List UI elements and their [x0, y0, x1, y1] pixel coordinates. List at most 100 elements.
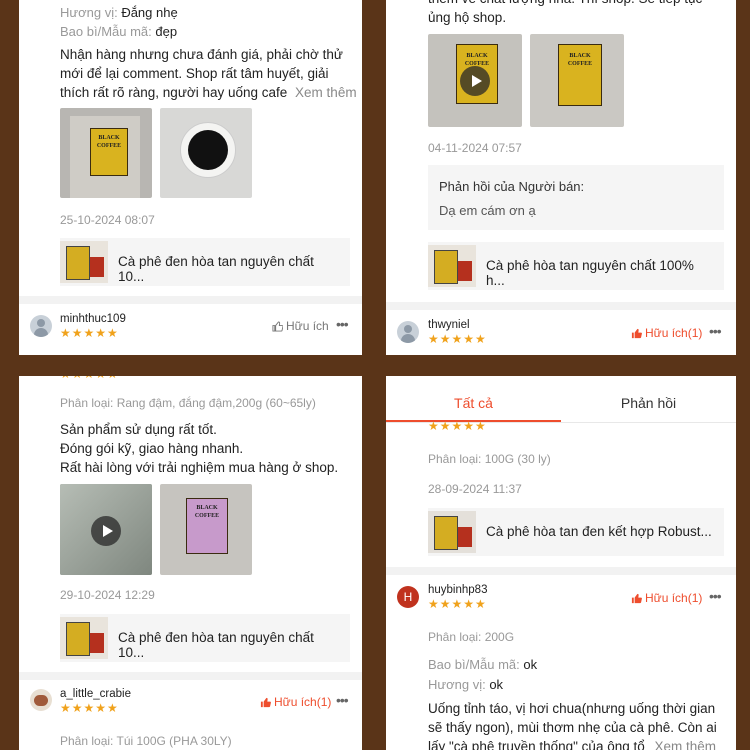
flavor-label: Hương vị:	[60, 5, 118, 20]
comment-line: Nhận hàng nhưng chưa đánh giá, phải chờ …	[60, 47, 343, 62]
helpful-label: Hữu ích(1)	[274, 695, 332, 709]
divider	[386, 567, 736, 575]
star-rating: ★★★★★	[60, 701, 119, 715]
flavor-value: ok	[489, 677, 504, 692]
star-rating: ★★★★★	[428, 419, 487, 433]
comment-line: mới để lại comment. Shop rất tâm huyết, …	[60, 66, 329, 81]
helpful-button[interactable]: Hữu ích(1)	[260, 695, 331, 709]
more-options-icon[interactable]: •••	[709, 323, 722, 339]
divider	[19, 672, 362, 680]
product-thumbnail	[428, 245, 476, 287]
brand-text: BLACK	[98, 135, 120, 141]
username[interactable]: huybinhp83	[428, 584, 487, 596]
review-photo-bag[interactable]: BLACK COFFEE	[60, 108, 152, 198]
product-link[interactable]: Cà phê đen hòa tan nguyên chất 10...	[60, 238, 350, 286]
thumbs-up-icon	[272, 320, 283, 332]
product-thumbnail	[60, 241, 108, 283]
play-icon[interactable]	[91, 516, 121, 546]
flavor-label: Hương vị:	[428, 677, 486, 692]
comment-line: thích rất rõ ràng, người hay uống cafe	[60, 85, 288, 100]
review-comment: Uống tỉnh táo, vị hơi chua(nhưng uống th…	[428, 699, 717, 750]
brand-text: COFFEE	[194, 513, 220, 519]
flavor-attribute: Hương vị: ok	[428, 677, 503, 692]
product-name: Cà phê hòa tan nguyên chất 100% h...	[486, 258, 694, 288]
user-avatar-icon[interactable]	[397, 321, 419, 343]
see-more-link[interactable]: Xem thêm	[655, 739, 717, 750]
see-more-link[interactable]: Xem thêm	[295, 85, 357, 100]
review-video[interactable]	[60, 484, 152, 575]
product-thumbnail	[428, 511, 476, 553]
review-date: 29-10-2024 12:29	[60, 588, 155, 602]
brand-text: BLACK	[569, 53, 591, 59]
username[interactable]: a_little_crabie	[60, 688, 131, 700]
user-avatar-icon[interactable]	[30, 315, 52, 337]
star-rating: ★★★★★	[60, 326, 119, 340]
packaging-attribute: Bao bì/Mẫu mã: ok	[428, 657, 537, 672]
username[interactable]: minhthuc109	[60, 313, 126, 325]
flavor-attribute: Hương vị: Đắng nhẹ	[60, 5, 178, 20]
product-link[interactable]: Cà phê hòa tan nguyên chất 100% h...	[428, 242, 724, 290]
review-date: 25-10-2024 08:07	[60, 213, 155, 227]
comment-line: lấy "cà phê truyền thống" của ông tổ	[428, 739, 645, 750]
packaging-value: đẹp	[155, 24, 178, 39]
user-avatar-icon[interactable]: H	[397, 586, 419, 608]
comment-line: Đóng gói kỹ, giao hàng nhanh.	[60, 441, 244, 456]
review-comment: thêm về chất lượng nha. Thì shop. Sẽ tiế…	[428, 0, 702, 27]
review-panel-3: ★★★★★ Phân loại: Rang đậm, đắng đậm,200g…	[19, 376, 362, 750]
comment-line: sẽ thấy ngon), mùi thơm nhẹ của cà phê. …	[428, 720, 717, 735]
more-options-icon[interactable]: •••	[336, 692, 349, 708]
helpful-button[interactable]: Hữu ích	[272, 319, 329, 333]
divider	[386, 302, 736, 310]
packaging-label: Bao bì/Mẫu mã:	[428, 657, 520, 672]
brand-text: COFFEE	[96, 143, 122, 149]
helpful-button[interactable]: Hữu ích(1)	[631, 591, 702, 605]
product-name: Cà phê đen hòa tan nguyên chất 10...	[118, 254, 314, 284]
product-link[interactable]: Cà phê hòa tan đen kết hợp Robust...	[428, 508, 724, 556]
more-options-icon[interactable]: •••	[336, 316, 349, 332]
username[interactable]: thwyniel	[428, 319, 470, 331]
comment-line: Uống tỉnh táo, vị hơi chua(nhưng uống th…	[428, 701, 716, 716]
more-options-icon[interactable]: •••	[709, 588, 722, 604]
brand-text: BLACK	[466, 53, 488, 59]
helpful-button[interactable]: Hữu ích(1)	[631, 326, 702, 340]
helpful-label: Hữu ích	[286, 319, 329, 333]
review-photo-bag[interactable]: BLACK COFFEE	[530, 34, 624, 127]
review-date: 04-11-2024 07:57	[428, 141, 522, 155]
user-avatar-icon[interactable]	[30, 689, 52, 711]
tab-all[interactable]: Tất cả	[386, 395, 561, 411]
review-photo-cup[interactable]	[160, 108, 252, 198]
review-comment: Nhận hàng nhưng chưa đánh giá, phải chờ …	[60, 45, 357, 102]
packaging-label: Bao bì/Mẫu mã:	[60, 24, 152, 39]
star-rating: ★★★★★	[60, 376, 119, 381]
comment-line: Rất hài lòng với trải nghiệm mua hàng ở …	[60, 460, 339, 475]
product-link[interactable]: Cà phê đen hòa tan nguyên chất 10...	[60, 614, 350, 662]
thumbs-up-icon	[631, 328, 642, 338]
seller-reply: Phản hồi của Người bán: Dạ em cám ơn ạ	[428, 165, 724, 230]
review-panel-1: Hương vị: Đắng nhẹ Bao bì/Mẫu mã: đẹp Nh…	[19, 0, 362, 355]
review-comment: Sản phẩm sử dụng rất tốt. Đóng gói kỹ, g…	[60, 420, 338, 477]
review-panel-2: thêm về chất lượng nha. Thì shop. Sẽ tiế…	[386, 0, 736, 355]
thumbs-up-icon	[631, 593, 642, 603]
seller-reply-title: Phản hồi của Người bán:	[439, 179, 585, 194]
variant-label: Phân loại: 100G (30 ly)	[428, 452, 551, 466]
star-rating: ★★★★★	[428, 597, 487, 611]
variant-label: Phân loại: 200G	[428, 630, 515, 644]
star-rating: ★★★★★	[428, 332, 487, 346]
comment-line: ủng hộ shop.	[428, 10, 507, 25]
review-video[interactable]: BLACK COFFEE	[428, 34, 522, 127]
brand-text: COFFEE	[567, 61, 593, 67]
variant-label: Phân loại: Rang đậm, đắng đậm,200g (60~6…	[60, 396, 316, 410]
comment-line: thêm về chất lượng nha. Thì shop. Sẽ tiế…	[428, 0, 702, 8]
divider	[19, 296, 362, 304]
helpful-label: Hữu ích(1)	[645, 591, 703, 605]
packaging-attribute: Bao bì/Mẫu mã: đẹp	[60, 24, 177, 39]
avatar-letter: H	[403, 590, 413, 604]
review-photo-bag[interactable]: BLACK COFFEE	[160, 484, 252, 575]
variant-label: Phân loại: Túi 100G (PHA 30LY)	[60, 734, 232, 748]
review-panel-4: Tất cả Phản hồi ★★★★★ Phân loại: 100G (3…	[386, 376, 736, 750]
packaging-value: ok	[523, 657, 538, 672]
product-name: Cà phê đen hòa tan nguyên chất 10...	[118, 630, 314, 660]
play-icon[interactable]	[460, 66, 490, 96]
brand-text: BLACK	[196, 505, 218, 511]
tab-replies[interactable]: Phản hồi	[561, 395, 736, 411]
